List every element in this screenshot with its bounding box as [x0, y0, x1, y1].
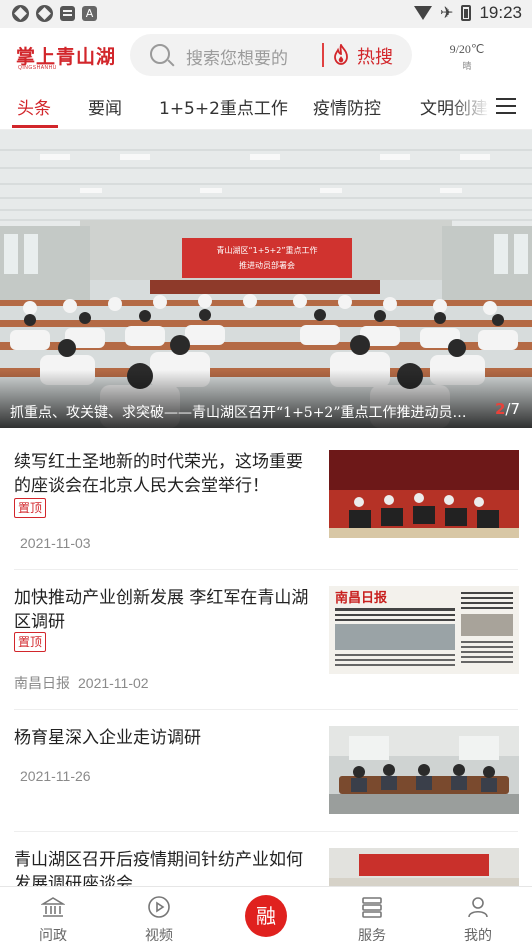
news-thumbnail[interactable] [329, 848, 519, 886]
tab-headlines[interactable]: 头条 [17, 94, 51, 119]
message-icon [60, 6, 75, 21]
nav-label: 问政 [39, 928, 67, 944]
news-item[interactable]: 青山湖区召开后疫情期间针纺产业如何发展调研座谈会 [0, 832, 532, 886]
banner-caption[interactable]: 抓重点、攻关键、求突破——青山湖区召开“1+5+2”重点工作推进动员部署会 [10, 402, 470, 422]
a-icon: A [82, 6, 97, 21]
tab-key-work[interactable]: 1+5+2重点工作 [159, 94, 288, 119]
news-date: 2021-11-26 [20, 768, 91, 784]
nav-label: 视频 [145, 928, 173, 944]
app-logo-sub: QINGSHANHU [18, 65, 57, 71]
weather-widget[interactable]: 9/20℃ 晴 [432, 42, 502, 72]
news-meta: 2021-11-03 [20, 535, 91, 551]
weather-condition: 晴 [462, 62, 472, 72]
news-title[interactable]: 青山湖区召开后疫情期间针纺产业如何发展调研座谈会 [14, 848, 318, 886]
wifi-icon [414, 6, 433, 20]
tab-epidemic[interactable]: 疫情防控 [313, 94, 381, 119]
news-title[interactable]: 杨育星深入企业走访调研 [14, 726, 318, 750]
nav-label: 服务 [358, 928, 386, 944]
bottom-nav: 问政 视频 融 服务 我的 [0, 886, 532, 946]
hot-search-button[interactable]: 热搜 [357, 43, 393, 69]
news-date: 2021-11-03 [20, 535, 91, 551]
rong-icon[interactable]: 融 [245, 895, 287, 937]
banner-pager: 2/7 [495, 400, 520, 418]
search-input[interactable]: 搜索您想要的 [186, 44, 288, 69]
banner-carousel[interactable]: 青山湖区“1+5+2”重点工作 推进动员部署会 抓重点、攻关键、求突破——青山湖… [0, 130, 532, 428]
app-icon [12, 5, 29, 22]
status-right-icons: ✈ 19:23 [414, 3, 522, 23]
tabs-fade [450, 84, 490, 128]
news-title[interactable]: 续写红土圣地新的时代荣光，这场重要的座谈会在北京人民大会堂举行！ [14, 450, 318, 498]
search-bar[interactable]: 搜索您想要的 热搜 [130, 34, 412, 76]
flame-icon[interactable] [333, 44, 349, 65]
building-icon [41, 897, 65, 917]
play-icon [148, 896, 170, 918]
active-tab-indicator [12, 125, 58, 128]
banner-current-page: 2 [494, 400, 506, 418]
news-thumbnail[interactable]: 南昌日报 [329, 586, 519, 674]
app-icon [36, 5, 53, 22]
menu-icon[interactable] [496, 98, 516, 114]
battery-icon [461, 5, 472, 21]
pinned-badge: 置顶 [14, 632, 47, 652]
news-item[interactable]: 杨育星深入企业走访调研 2021-11-26 [0, 710, 532, 832]
news-item[interactable]: 续写红土圣地新的时代荣光，这场重要的座谈会在北京人民大会堂举行！ 置顶 2021… [0, 428, 532, 570]
news-title[interactable]: 加快推动产业创新发展 李红军在青山湖区调研 [14, 586, 318, 634]
news-date: 2021-11-02 [78, 675, 149, 691]
news-thumbnail[interactable] [329, 726, 519, 814]
banner-total-pages: 7 [510, 400, 520, 418]
search-icon [150, 44, 170, 64]
news-meta: 2021-11-26 [20, 768, 91, 784]
news-meta: 南昌日报 2021-11-02 [14, 673, 149, 693]
banner-screen-subtitle: 推进动员部署会 [239, 260, 295, 270]
search-divider [322, 43, 324, 67]
status-bar: A ✈ 19:23 [0, 0, 532, 28]
weather-temp: 9/20℃ [449, 42, 485, 56]
news-thumbnail[interactable] [329, 450, 519, 538]
app-header: 掌上青山湖 QINGSHANHU 搜索您想要的 热搜 9/20℃ 晴 [0, 28, 532, 84]
nav-label: 我的 [464, 928, 492, 944]
pinned-badge: 置顶 [14, 498, 47, 518]
thumb-masthead: 南昌日报 [335, 590, 388, 606]
user-icon [468, 897, 488, 918]
status-left-icons: A [12, 5, 97, 22]
tab-news[interactable]: 要闻 [88, 94, 122, 119]
service-icon [362, 897, 382, 918]
category-tabs: 头条 要闻 1+5+2重点工作 疫情防控 文明创建 [0, 84, 532, 130]
airplane-icon: ✈ [440, 3, 454, 22]
news-item[interactable]: 加快推动产业创新发展 李红军在青山湖区调研 置顶 南昌日报 2021-11-02 … [0, 570, 532, 710]
banner-screen-title: 青山湖区“1+5+2”重点工作 [217, 245, 318, 255]
news-source: 南昌日报 [14, 675, 70, 691]
status-time: 19:23 [479, 3, 522, 22]
